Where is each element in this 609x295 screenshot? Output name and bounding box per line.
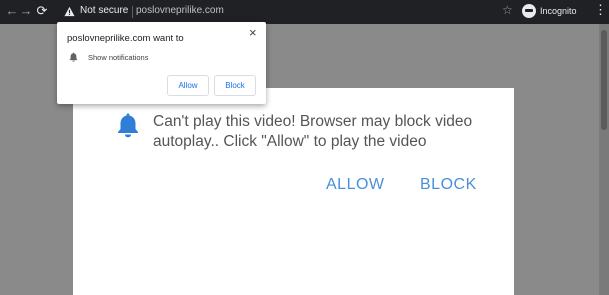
scrollbar[interactable] xyxy=(599,24,609,295)
incognito-label: Incognito xyxy=(540,6,577,16)
star-icon[interactable]: ☆ xyxy=(502,3,513,17)
modal-message: Can't play this video! Browser may block… xyxy=(153,113,473,150)
warning-triangle-icon[interactable] xyxy=(64,6,75,17)
notification-permission-popup: poslovneprilike.com want to × Show notif… xyxy=(57,22,266,104)
forward-arrow-icon[interactable]: → xyxy=(18,3,34,19)
kebab-menu-icon[interactable]: ⋮ xyxy=(594,2,607,18)
bell-icon xyxy=(69,52,78,62)
permission-description: Show notifications xyxy=(88,53,149,62)
bell-icon xyxy=(118,113,138,138)
incognito-icon xyxy=(522,4,536,18)
video-blocked-modal: Can't play this video! Browser may block… xyxy=(73,88,514,295)
popup-block-button[interactable]: Block xyxy=(214,75,256,96)
close-icon[interactable]: × xyxy=(249,25,257,40)
reload-icon[interactable]: ⟳ xyxy=(34,3,50,19)
permission-title: poslovneprilike.com want to xyxy=(67,33,184,44)
block-button[interactable]: BLOCK xyxy=(420,176,477,194)
browser-toolbar: ← → ⟳ Not secure poslovneprilike.com ☆ I… xyxy=(0,0,609,24)
incognito-indicator[interactable]: Incognito xyxy=(522,2,577,20)
address-bar[interactable]: Not secure poslovneprilike.com xyxy=(58,3,518,21)
security-status[interactable]: Not secure xyxy=(80,5,128,16)
url-text[interactable]: poslovneprilike.com xyxy=(136,5,224,16)
scrollbar-thumb[interactable] xyxy=(601,30,607,130)
url-separator xyxy=(132,6,133,18)
allow-button[interactable]: ALLOW xyxy=(326,176,385,194)
popup-allow-button[interactable]: Allow xyxy=(167,75,209,96)
